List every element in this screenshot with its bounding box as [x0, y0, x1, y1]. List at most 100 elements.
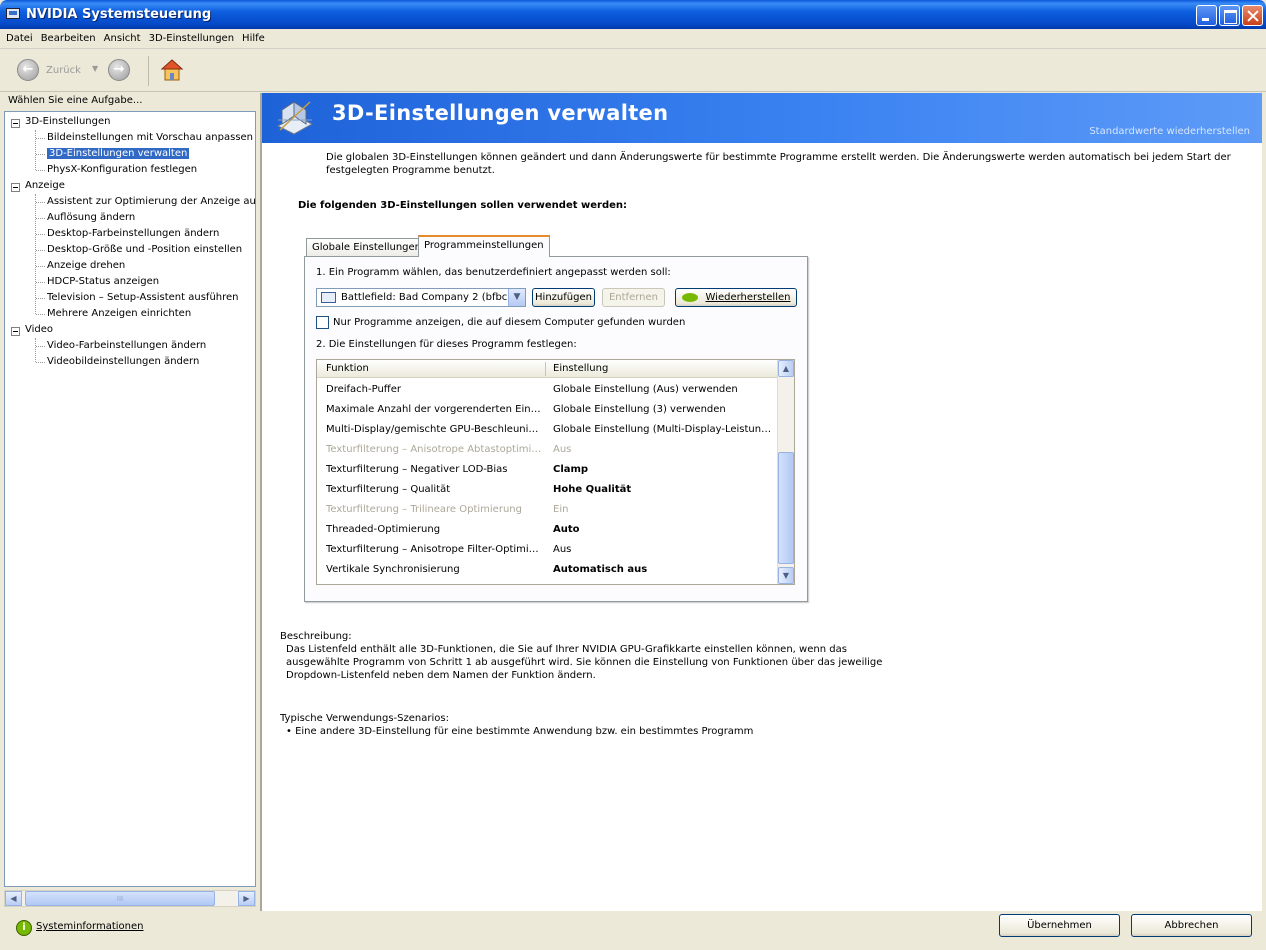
tree-item-videobild[interactable]: Videobildeinstellungen ändern — [47, 354, 199, 370]
column-header-einstellung[interactable]: Einstellung — [553, 363, 608, 374]
setting-value[interactable]: Auto — [553, 520, 775, 540]
restore-defaults-link[interactable]: Standardwerte wiederherstellen — [1089, 126, 1250, 137]
show-found-programs-label[interactable]: Nur Programme anzeigen, die auf diesem C… — [333, 317, 685, 328]
maximize-button[interactable] — [1219, 5, 1240, 26]
menu-bearbeiten[interactable]: Bearbeiten — [37, 33, 100, 44]
tree-horizontal-scrollbar[interactable]: ◀ III ▶ — [4, 890, 256, 907]
scroll-thumb[interactable]: III — [25, 891, 215, 906]
tree-item-3d-einstellungen-verwalten[interactable]: 3D-Einstellungen verwalten — [47, 146, 190, 162]
tree-group-3d-einstellungen[interactable]: 3D-Einstellungen — [25, 114, 110, 130]
menu-bar: Datei Bearbeiten Ansicht 3D-Einstellunge… — [0, 29, 1266, 49]
settings-row[interactable]: Texturfilterung – Trilineare Optimierung… — [317, 500, 778, 520]
tree-line — [35, 130, 36, 170]
add-program-button[interactable]: Hinzufügen — [532, 288, 595, 307]
menu-3d-einstellungen[interactable]: 3D-Einstellungen — [145, 33, 238, 44]
tree-item-mehrere-anzeigen[interactable]: Mehrere Anzeigen einrichten — [47, 306, 191, 322]
system-info-icon[interactable] — [16, 920, 32, 936]
settings-row[interactable]: Maximale Anzahl der vorgerenderten Einz…… — [317, 400, 778, 420]
tree-item-label: Auflösung ändern — [47, 212, 136, 223]
column-header-funktion[interactable]: Funktion — [326, 363, 369, 374]
bottom-bar: Systeminformationen Übernehmen Abbrechen — [0, 911, 1266, 950]
menu-ansicht[interactable]: Ansicht — [100, 33, 145, 44]
settings-row[interactable]: Dreifach-Puffer Globale Einstellung (Aus)… — [317, 380, 778, 400]
setting-value[interactable]: Hohe Qualität — [553, 480, 775, 500]
task-tree[interactable]: 3D-Einstellungen Bildeinstellungen mit V… — [4, 111, 256, 887]
settings-row[interactable]: Texturfilterung – Anisotrope Filter-Opti… — [317, 540, 778, 560]
tree-item-hdcp[interactable]: HDCP-Status anzeigen — [47, 274, 159, 290]
tree-item-assistent[interactable]: Assistent zur Optimierung der Anzeige au… — [47, 194, 255, 210]
tree-line — [36, 234, 45, 235]
restore-program-button[interactable]: Wiederherstellen — [675, 288, 797, 307]
restore-program-label: Wiederherstellen — [705, 292, 791, 303]
settings-row[interactable]: Vertikale Synchronisierung Automatisch au… — [317, 560, 778, 580]
tree-item-desktop-farbe[interactable]: Desktop-Farbeinstellungen ändern — [47, 226, 219, 242]
close-button[interactable] — [1242, 5, 1263, 26]
tree-line — [36, 138, 45, 139]
setting-feature: Multi-Display/gemischte GPU-Beschleunigu… — [326, 424, 542, 435]
collapse-icon[interactable] — [11, 327, 20, 336]
back-arrow-icon[interactable] — [17, 59, 39, 81]
scroll-left-icon[interactable]: ◀ — [5, 891, 22, 906]
settings-row[interactable]: Texturfilterung – Negativer LOD-Bias Clam… — [317, 460, 778, 480]
scroll-down-icon[interactable]: ▼ — [778, 567, 794, 584]
setting-value[interactable]: Globale Einstellung (Multi-Display-Leist… — [553, 420, 775, 440]
tree-item-desktop-groesse[interactable]: Desktop-Größe und -Position einstellen — [47, 242, 242, 258]
back-label[interactable]: Zurück — [46, 65, 81, 76]
tab-programmeinstellungen[interactable]: Programmeinstellungen — [418, 235, 550, 257]
minimize-button[interactable] — [1196, 5, 1217, 26]
settings-grid[interactable]: Funktion Einstellung Dreifach-Puffer Glob… — [316, 359, 795, 585]
tree-item-anzeige-drehen[interactable]: Anzeige drehen — [47, 258, 125, 274]
chevron-down-icon[interactable]: ▼ — [508, 289, 525, 306]
setting-value[interactable]: Ein — [553, 500, 775, 520]
setting-value[interactable]: Aus — [553, 440, 775, 460]
setting-value[interactable]: Clamp — [553, 460, 775, 480]
tree-group-label: Anzeige — [25, 180, 65, 191]
tree-item-video-farbe[interactable]: Video-Farbeinstellungen ändern — [47, 338, 206, 354]
back-dropdown-icon[interactable]: ▼ — [92, 64, 98, 73]
grid-vertical-scrollbar[interactable]: ▲ ▼ — [777, 360, 794, 584]
apply-button[interactable]: Übernehmen — [999, 914, 1120, 937]
setting-value[interactable]: Globale Einstellung (Aus) verwenden — [553, 380, 775, 400]
show-found-programs-checkbox[interactable] — [316, 316, 329, 329]
tree-item-physx[interactable]: PhysX-Konfiguration festlegen — [47, 162, 197, 178]
forward-arrow-icon[interactable] — [108, 59, 130, 81]
tree-item-label: Desktop-Größe und -Position einstellen — [47, 244, 243, 255]
scroll-up-icon[interactable]: ▲ — [778, 360, 794, 377]
column-separator[interactable] — [545, 362, 546, 376]
tree-group-video[interactable]: Video — [25, 322, 53, 338]
tree-line — [36, 346, 45, 347]
tree-item-label: HDCP-Status anzeigen — [47, 276, 160, 287]
tree-line — [36, 154, 45, 155]
setting-feature: Texturfilterung – Trilineare Optimierung — [326, 504, 522, 515]
collapse-icon[interactable] — [11, 119, 20, 128]
setting-value[interactable]: Aus — [553, 540, 775, 560]
settings-row[interactable]: Multi-Display/gemischte GPU-Beschleunigu… — [317, 420, 778, 440]
tree-group-anzeige[interactable]: Anzeige — [25, 178, 65, 194]
tree-line — [36, 314, 45, 315]
description-line: Dropdown-Listenfeld neben dem Namen der … — [286, 670, 596, 681]
program-select[interactable]: Battlefield: Bad Company 2 (bfbc2 ▼ — [316, 288, 526, 307]
tree-item-bildeinstellungen[interactable]: Bildeinstellungen mit Vorschau anpassen — [47, 130, 253, 146]
cancel-button[interactable]: Abbrechen — [1131, 914, 1252, 937]
setting-feature: Texturfilterung – Qualität — [326, 484, 451, 495]
remove-program-button[interactable]: Entfernen — [602, 288, 665, 307]
scroll-thumb[interactable] — [778, 452, 794, 564]
system-info-link[interactable]: Systeminformationen — [36, 921, 144, 932]
home-icon[interactable] — [160, 58, 184, 82]
settings-row[interactable]: Texturfilterung – Anisotrope Abtastoptim… — [317, 440, 778, 460]
menu-datei[interactable]: Datei — [2, 33, 37, 44]
tree-line — [35, 338, 36, 362]
setting-value[interactable]: Automatisch aus — [553, 560, 775, 580]
settings-row[interactable]: Threaded-Optimierung Auto — [317, 520, 778, 540]
scroll-right-icon[interactable]: ▶ — [238, 891, 255, 906]
description-line: ausgewählte Programm von Schritt 1 ab au… — [286, 657, 883, 668]
tree-item-aufloesung[interactable]: Auflösung ändern — [47, 210, 135, 226]
tab-globale-einstellungen[interactable]: Globale Einstellungen — [306, 238, 428, 257]
intro-text: Die globalen 3D-Einstellungen können geä… — [326, 152, 1231, 176]
setting-feature: Dreifach-Puffer — [326, 384, 401, 395]
settings-row[interactable]: Texturfilterung – Qualität Hohe Qualität — [317, 480, 778, 500]
tree-item-television[interactable]: Television – Setup-Assistent ausführen — [47, 290, 239, 306]
menu-hilfe[interactable]: Hilfe — [238, 33, 269, 44]
collapse-icon[interactable] — [11, 183, 20, 192]
setting-value[interactable]: Globale Einstellung (3) verwenden — [553, 400, 775, 420]
